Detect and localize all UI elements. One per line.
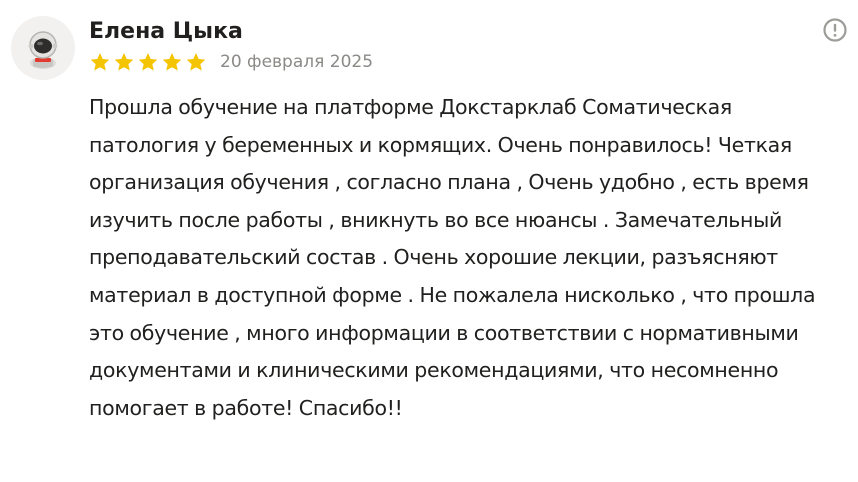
report-button[interactable] <box>822 17 848 43</box>
rating-stars <box>89 51 207 73</box>
review-text: Прошла обучение на платформе Докстарклаб… <box>89 95 816 420</box>
avatar[interactable] <box>11 16 75 80</box>
review-card: Елена Цыка 20 февраля 2025 Прошла обучен… <box>0 0 858 482</box>
author-name[interactable]: Елена Цыка <box>89 18 243 46</box>
star-icon <box>138 53 158 71</box>
review-meta: 20 февраля 2025 <box>89 50 373 74</box>
star-icon <box>114 53 134 71</box>
exclamation-circle-icon <box>823 18 847 42</box>
astronaut-avatar-icon <box>28 31 58 69</box>
star-icon <box>186 53 206 71</box>
star-icon <box>90 53 110 71</box>
review-date: 20 февраля 2025 <box>220 52 374 72</box>
star-icon <box>162 53 182 71</box>
